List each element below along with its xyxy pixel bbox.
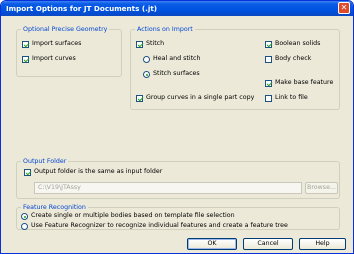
same-as-input-checkbox[interactable]	[24, 169, 31, 176]
feature-recognizer-radio[interactable]	[21, 223, 28, 230]
create-bodies-radio[interactable]	[21, 213, 28, 220]
output-folder-path-field[interactable]: C:\V19\JTAssy	[34, 182, 302, 194]
feature-recognizer-label[interactable]: Use Feature Recognizer to recognize indi…	[31, 222, 288, 230]
stitch-surfaces-radio[interactable]	[143, 71, 150, 78]
actions-on-import-legend: Actions on Import	[135, 25, 195, 34]
stitch-label[interactable]: Stitch	[146, 40, 164, 48]
feature-recognition-legend: Feature Recognition	[21, 203, 88, 212]
heal-and-stitch-radio[interactable]	[143, 56, 150, 63]
close-button[interactable]: ✕	[338, 2, 350, 14]
link-to-file-label[interactable]: Link to file	[275, 94, 308, 102]
boolean-solids-label[interactable]: Boolean solids	[275, 40, 320, 48]
help-button[interactable]: Help	[299, 238, 346, 250]
create-bodies-label[interactable]: Create single or multiple bodies based o…	[31, 212, 235, 220]
stitch-surfaces-label[interactable]: Stitch surfaces	[153, 70, 200, 78]
import-surfaces-label[interactable]: Import surfaces	[32, 40, 81, 48]
import-curves-label[interactable]: Import curves	[32, 55, 76, 63]
browse-button[interactable]: Browse...	[305, 182, 338, 194]
group-curves-checkbox[interactable]	[136, 95, 143, 102]
dialog-title: Import Options for JT Documents (.jt)	[6, 4, 158, 13]
stitch-checkbox[interactable]	[136, 41, 143, 48]
title-bar: Import Options for JT Documents (.jt) ✕	[1, 1, 353, 16]
heal-and-stitch-label[interactable]: Heal and stitch	[153, 55, 201, 63]
make-base-feature-checkbox[interactable]	[265, 80, 272, 87]
optional-geometry-legend: Optional Precise Geometry	[21, 25, 110, 34]
close-icon: ✕	[340, 3, 348, 12]
make-base-feature-label[interactable]: Make base feature	[275, 79, 333, 87]
link-to-file-checkbox[interactable]	[265, 95, 272, 102]
import-curves-checkbox[interactable]	[22, 56, 29, 63]
same-as-input-label[interactable]: Output folder is the same as input folde…	[34, 168, 162, 176]
group-curves-label[interactable]: Group curves in a single part copy	[146, 94, 254, 102]
optional-geometry-group: Optional Precise Geometry	[16, 25, 122, 77]
body-check-label[interactable]: Body check	[275, 55, 311, 63]
import-surfaces-checkbox[interactable]	[22, 41, 29, 48]
body-check-checkbox[interactable]	[265, 56, 272, 63]
import-options-dialog: Import Options for JT Documents (.jt) ✕ …	[0, 0, 354, 254]
ok-button[interactable]: OK	[187, 238, 237, 250]
cancel-button[interactable]: Cancel	[243, 238, 293, 250]
output-folder-legend: Output Folder	[21, 157, 69, 166]
boolean-solids-checkbox[interactable]	[265, 41, 272, 48]
